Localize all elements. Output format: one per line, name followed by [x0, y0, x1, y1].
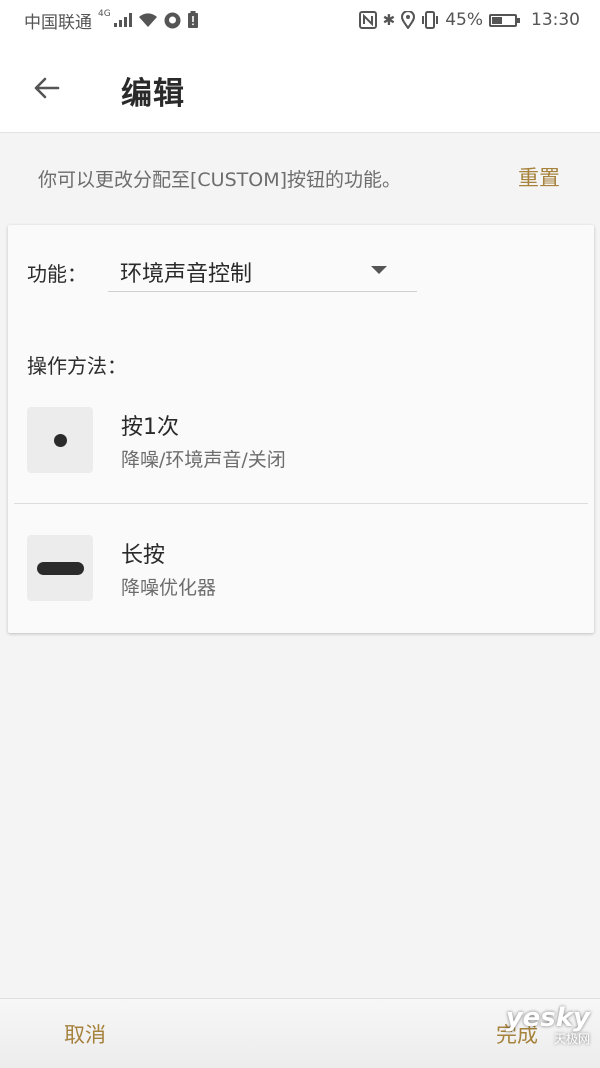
app-bar: 编辑: [0, 40, 600, 132]
nfc-icon: [358, 11, 377, 29]
status-bar: 中国联通 4G ✱ 45% 13:30: [0, 0, 600, 40]
bottom-action-bar: 取消 完成 yesky 天极网: [0, 998, 600, 1068]
function-select[interactable]: 环境声音控制: [108, 247, 417, 292]
battery-level-fill: [492, 16, 502, 24]
watermark-logo: yesky 天极网: [506, 1005, 590, 1045]
operation-item-long-press: 长按 降噪优化器: [8, 533, 594, 613]
wifi-icon: [138, 13, 157, 27]
dropdown-arrow-icon: [371, 266, 387, 274]
location-icon: [401, 11, 416, 29]
carrier-name: 中国联通: [24, 12, 92, 33]
long-press-bar-icon: [36, 561, 84, 575]
battery-icon: [489, 13, 520, 27]
back-button[interactable]: [22, 64, 70, 112]
operation-description: 降噪/环境声音/关闭: [121, 449, 286, 471]
watermark-main: yesky: [505, 1003, 590, 1033]
signal-icon: [113, 13, 132, 27]
network-type: 4G: [98, 9, 111, 19]
function-label: 功能：: [27, 262, 87, 286]
battery-percent: 45%: [445, 10, 483, 30]
settings-card: 功能： 环境声音控制 操作方法： 按1次 降噪/环境声音/关闭 长按 降噪优化器: [8, 225, 594, 633]
operation-description: 降噪优化器: [121, 577, 217, 599]
info-text: 你可以更改分配至[CUSTOM]按钮的功能。: [38, 169, 402, 191]
function-selected-value: 环境声音控制: [120, 262, 253, 287]
back-arrow-icon: [34, 77, 60, 99]
divider: [14, 503, 588, 504]
single-press-dot-icon: [53, 433, 67, 447]
watermark-sub: 天极网: [553, 1032, 590, 1046]
status-bar-left: 中国联通 4G: [24, 8, 199, 33]
single-press-icon-box: [27, 407, 93, 473]
cancel-button[interactable]: 取消: [64, 1019, 106, 1049]
clock-time: 13:30: [531, 10, 580, 30]
operation-method-label: 操作方法：: [27, 354, 127, 378]
long-press-icon-box: [27, 535, 93, 601]
operation-title: 长按: [121, 543, 166, 568]
status-bar-right: ✱ 45% 13:30: [358, 10, 580, 30]
alert-icon: [187, 11, 198, 28]
info-row: 你可以更改分配至[CUSTOM]按钮的功能。 重置: [0, 132, 600, 224]
notification-icon: [164, 12, 181, 28]
bluetooth-icon: ✱: [382, 10, 396, 29]
page-title: 编辑: [121, 76, 185, 112]
operation-title: 按1次: [121, 415, 179, 440]
operation-item-single-press: 按1次 降噪/环境声音/关闭: [8, 405, 594, 485]
reset-button[interactable]: 重置: [518, 162, 560, 192]
vibrate-icon: [422, 11, 439, 29]
